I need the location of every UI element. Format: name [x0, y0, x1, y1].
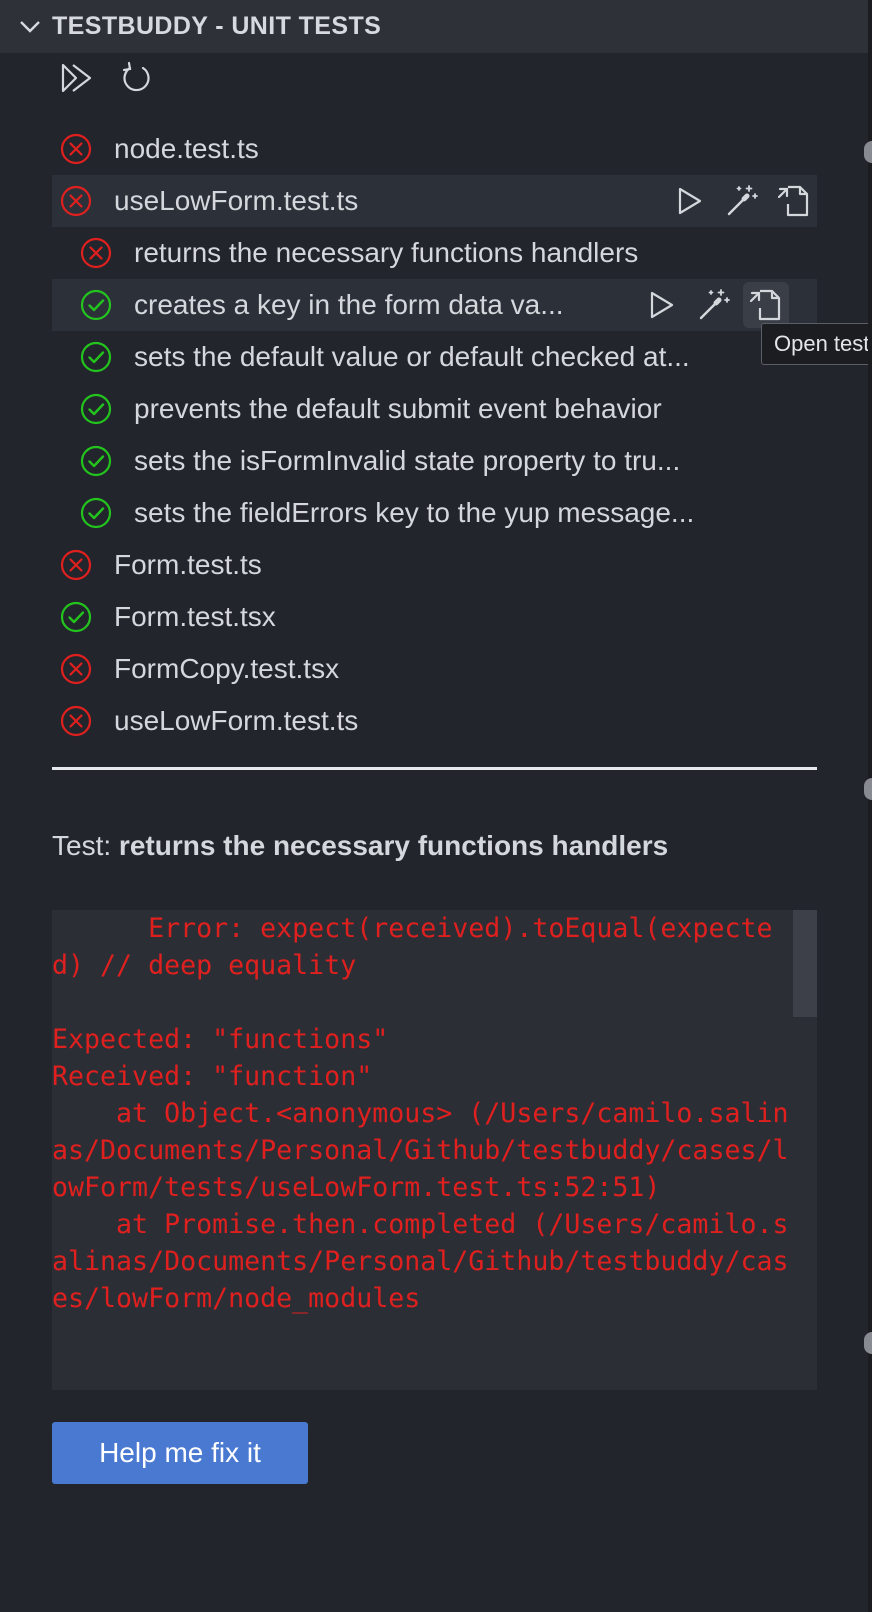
pass-icon — [78, 443, 114, 479]
scrollbar-thumb[interactable] — [793, 910, 817, 1017]
fail-icon — [58, 651, 94, 687]
tree-item-file[interactable]: Form.test.tsx — [52, 591, 817, 643]
tree-item-label: FormCopy.test.tsx — [114, 653, 340, 684]
tree-item-label: useLowForm.test.ts — [114, 705, 359, 736]
test-heading-prefix: Test: — [52, 830, 119, 861]
run-test-icon[interactable] — [639, 282, 685, 328]
pass-icon — [78, 495, 114, 531]
chevron-down-icon[interactable] — [18, 15, 42, 39]
tree-item-label: useLowForm.test.ts — [114, 185, 359, 216]
tree-item-test[interactable]: prevents the default submit event behavi… — [52, 383, 817, 435]
run-all-icon[interactable] — [60, 61, 94, 95]
tree-item-file[interactable]: FormCopy.test.tsx — [52, 643, 817, 695]
magic-wand-icon[interactable] — [719, 178, 765, 224]
window-edge — [868, 0, 872, 1612]
scroll-marker — [864, 778, 872, 800]
pass-icon — [78, 391, 114, 427]
tree-item-test[interactable]: returns the necessary functions handlers — [52, 227, 817, 279]
tree-item-label: sets the isFormInvalid state property to… — [134, 445, 681, 476]
tree-item-test[interactable]: sets the fieldErrors key to the yup mess… — [52, 487, 817, 539]
error-text: Error: expect(received).toEqual(expected… — [52, 913, 789, 1314]
tree-item-test[interactable]: creates a key in the form data va... — [52, 279, 817, 331]
scroll-marker — [864, 1332, 872, 1354]
tree-item-label: creates a key in the form data va... — [134, 289, 564, 320]
test-name: returns the necessary functions handlers — [118, 830, 669, 861]
pass-icon — [78, 287, 114, 323]
panel-header[interactable]: TESTBUDDY - UNIT TESTS — [0, 0, 868, 53]
tree-item-label: returns the necessary functions handlers — [134, 237, 639, 268]
tree-item-file[interactable]: node.test.ts — [52, 123, 817, 175]
tree-item-test[interactable]: sets the isFormInvalid state property to… — [52, 435, 817, 487]
tree-item-label: Form.test.ts — [114, 549, 262, 580]
toolbar — [60, 58, 154, 98]
tree-item-label: sets the fieldErrors key to the yup mess… — [134, 497, 695, 528]
open-file-icon[interactable] — [771, 178, 817, 224]
fail-icon — [58, 131, 94, 167]
row-actions — [667, 175, 817, 227]
fail-icon — [58, 183, 94, 219]
fail-icon — [58, 703, 94, 739]
test-heading: Test: returns the necessary functions ha… — [52, 830, 668, 862]
tree-item-label: Form.test.tsx — [114, 601, 276, 632]
test-tree: node.test.ts useLowForm.test.ts returns … — [52, 123, 817, 747]
tree-item-label: node.test.ts — [114, 133, 259, 164]
help-me-fix-button[interactable]: Help me fix it — [52, 1422, 308, 1484]
refresh-icon[interactable] — [120, 61, 154, 95]
tree-item-file[interactable]: Form.test.ts — [52, 539, 817, 591]
tree-item-file[interactable]: useLowForm.test.ts — [52, 695, 817, 747]
run-test-icon[interactable] — [667, 178, 713, 224]
error-output[interactable]: Error: expect(received).toEqual(expected… — [52, 910, 817, 1390]
scroll-marker — [864, 141, 872, 163]
panel-title: TESTBUDDY - UNIT TESTS — [52, 12, 382, 40]
fail-icon — [58, 547, 94, 583]
tree-item-label: prevents the default submit event behavi… — [134, 393, 662, 424]
open-file-icon[interactable] — [743, 282, 789, 328]
tree-item-file[interactable]: useLowForm.test.ts — [52, 175, 817, 227]
divider — [52, 767, 817, 770]
pass-icon — [58, 599, 94, 635]
fail-icon — [78, 235, 114, 271]
pass-icon — [78, 339, 114, 375]
tooltip: Open test — [761, 323, 872, 365]
tree-item-label: sets the default value or default checke… — [134, 341, 690, 372]
tree-item-test[interactable]: sets the default value or default checke… — [52, 331, 817, 383]
magic-wand-icon[interactable] — [691, 282, 737, 328]
